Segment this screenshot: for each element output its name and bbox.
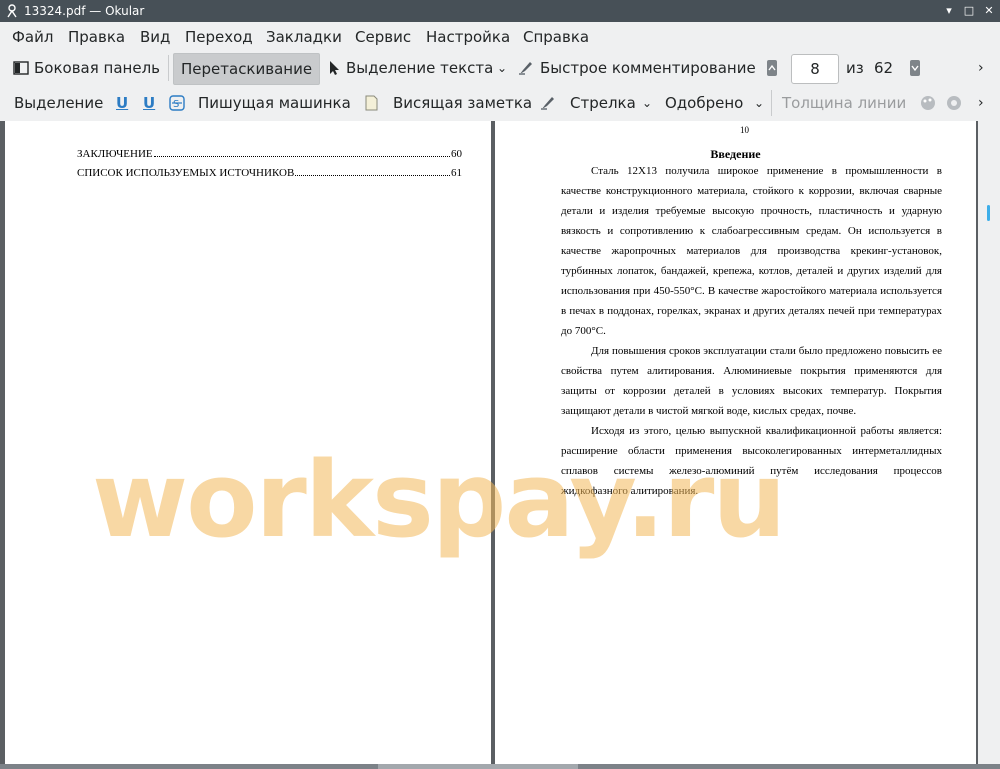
opacity-icon[interactable] <box>946 95 962 111</box>
line-width-button[interactable]: Толщина линии <box>782 86 906 120</box>
horizontal-scrollbar[interactable] <box>0 764 1000 769</box>
title-bar: 13324.pdf — Okular ▾ □ ✕ <box>0 0 1000 22</box>
menu-bookmarks[interactable]: Закладки <box>266 28 342 46</box>
minimize-icon[interactable]: ▾ <box>942 4 956 18</box>
chevron-down-icon[interactable]: ⌄ <box>754 86 764 120</box>
close-icon[interactable]: ✕ <box>982 4 996 18</box>
svg-text:S: S <box>173 99 179 110</box>
document-page-right: 10 Введение Сталь 12Х13 получила широкое… <box>495 121 976 764</box>
chevron-down-icon[interactable]: ⌄ <box>642 86 652 120</box>
arrow-tool-button[interactable]: Стрелка <box>570 86 636 120</box>
page-of-label: из <box>846 59 864 77</box>
cursor-arrow-icon <box>330 61 339 75</box>
arrow-pen-icon <box>541 97 554 110</box>
menu-bar: Файл Правка Вид Переход Закладки Сервис … <box>0 22 1000 51</box>
pop-up-note-button[interactable]: Висящая заметка <box>393 86 532 120</box>
toolbar-separator <box>168 55 169 81</box>
note-icon <box>365 95 378 111</box>
menu-settings[interactable]: Настройка <box>426 28 510 46</box>
toc-entry[interactable]: ЗАКЛЮЧЕНИЕ 60 <box>77 148 462 160</box>
sidebar-icon <box>13 61 29 75</box>
document-viewport[interactable]: ЗАКЛЮЧЕНИЕ 60 СПИСОК ИСПОЛЬЗУЕМЫХ ИСТОЧН… <box>0 121 1000 764</box>
page-heading: Введение <box>710 147 761 161</box>
color-palette-icon[interactable] <box>920 95 936 111</box>
toolbar-overflow-icon[interactable]: › <box>978 86 984 120</box>
window-title: 13324.pdf — Okular <box>24 4 145 18</box>
toolbar-separator <box>771 90 772 116</box>
squiggle-icon[interactable]: U <box>143 86 155 120</box>
okular-app-icon <box>7 4 17 18</box>
vertical-scrollbar-thumb[interactable] <box>987 205 990 221</box>
paragraph: Сталь 12Х13 получила широкое применение … <box>561 165 942 337</box>
sidebar-button[interactable]: Боковая панель <box>34 51 160 85</box>
toc-entry[interactable]: СПИСОК ИСПОЛЬЗУЕМЫХ ИСТОЧНИКОВ 61 <box>77 167 462 179</box>
text-selection-button[interactable]: Выделение текста <box>346 51 493 85</box>
chevron-down-icon[interactable]: ⌄ <box>497 51 507 85</box>
vertical-scrollbar[interactable] <box>978 121 1000 764</box>
browse-tool-button[interactable]: Перетаскивание <box>173 53 321 85</box>
document-page-left: ЗАКЛЮЧЕНИЕ 60 СПИСОК ИСПОЛЬЗУЕМЫХ ИСТОЧН… <box>5 121 491 764</box>
underline-icon[interactable]: U <box>116 86 128 120</box>
menu-go[interactable]: Переход <box>185 28 253 46</box>
annotation-toolbar: Выделение U U S Пишущая машинка Висящая … <box>0 86 1000 120</box>
toolbar-overflow-icon[interactable]: › <box>978 51 984 85</box>
menu-file[interactable]: Файл <box>12 28 53 46</box>
next-page-icon[interactable] <box>910 60 920 76</box>
highlight-tool-button[interactable]: Выделение <box>14 86 103 120</box>
main-toolbar: Боковая панель Перетаскивание Выделение … <box>0 51 1000 85</box>
previous-page-icon[interactable] <box>767 60 777 76</box>
typewriter-tool-button[interactable]: Пишущая машинка <box>198 86 351 120</box>
annotation-pen-icon <box>519 62 532 75</box>
menu-edit[interactable]: Правка <box>68 28 125 46</box>
page-number-input[interactable]: 8 <box>791 54 839 84</box>
menu-view[interactable]: Вид <box>140 28 170 46</box>
total-pages-label: 62 <box>874 59 894 77</box>
paragraph: Для повышения сроков эксплуатации стали … <box>561 345 942 417</box>
quick-annotations-button[interactable]: Быстрое комментирование <box>540 51 756 85</box>
horizontal-scrollbar-thumb[interactable] <box>378 764 578 769</box>
paragraph: Исходя из этого, целью выпускной квалифи… <box>561 425 942 497</box>
page-number: 10 <box>740 125 749 135</box>
restore-icon[interactable]: □ <box>962 4 976 18</box>
menu-help[interactable]: Справка <box>523 28 589 46</box>
menu-tools[interactable]: Сервис <box>355 28 411 46</box>
stamp-tool-button[interactable]: Одобрено <box>665 86 743 120</box>
page-body: Сталь 12Х13 получила широкое применение … <box>561 161 942 501</box>
strikeout-icon[interactable]: S <box>169 95 185 111</box>
